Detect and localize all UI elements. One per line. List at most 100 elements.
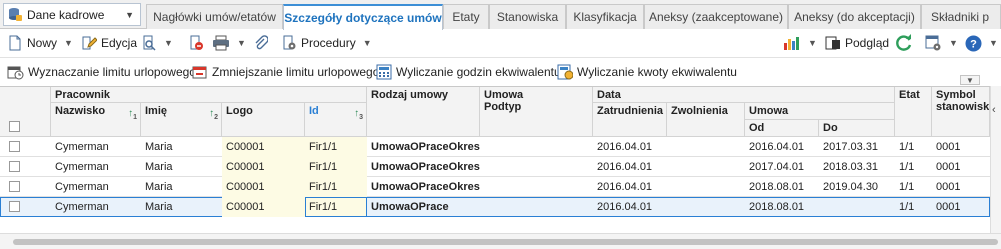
chevron-down-icon: ▼ [64, 38, 73, 48]
group-header-data: Data [593, 87, 895, 103]
tab-szczegoly[interactable]: Szczegóły dotyczące umów [283, 4, 443, 30]
cell-id: Fir1/1 [305, 157, 367, 177]
cell-do [819, 197, 895, 217]
table-row[interactable]: Cymerman Maria C00001 Fir1/1 UmowaOPrace… [0, 137, 990, 157]
cell-symbol: 0001 [936, 181, 961, 193]
cell-nazwisko: Cymerman [55, 161, 109, 173]
column-header-umowa-podtyp[interactable]: Umowa Podtyp [480, 87, 593, 137]
new-button[interactable]: Nowy ▼ [7, 32, 73, 54]
column-header-symbol[interactable]: Symbol stanowisk [932, 87, 990, 137]
tab-stanowiska[interactable]: Stanowiska [489, 4, 566, 29]
context-selector-label: Dane kadrowe [27, 7, 105, 22]
settings-button[interactable]: ▼ [925, 32, 958, 54]
column-header-nazwisko[interactable]: Nazwisko ↑1 [51, 103, 141, 137]
edit-button[interactable]: Edycja [81, 32, 137, 54]
wyznaczanie-limitu-button[interactable]: Wyznaczanie limitu urlopowego [7, 61, 196, 83]
cell-zatrudnienia: 2016.04.01 [597, 181, 653, 193]
calendar-clock-icon [7, 66, 24, 80]
cell-etat: 1/1 [899, 181, 915, 193]
chevron-down-icon: ▼ [989, 38, 998, 48]
table-row[interactable]: Cymerman Maria C00001 Fir1/1 UmowaOPrace… [0, 157, 990, 177]
context-selector[interactable]: Dane kadrowe ▼ [3, 3, 141, 26]
help-button[interactable]: ? ▼ [965, 32, 998, 54]
column-header-od[interactable]: Od [745, 120, 819, 137]
cell-logo: C00001 [222, 197, 305, 217]
chevron-down-icon: ▼ [966, 75, 974, 85]
bar-chart-icon [784, 37, 799, 50]
calculator-icon [376, 64, 392, 80]
row-checkbox[interactable] [9, 141, 20, 152]
column-header-id[interactable]: Id ↑3 [305, 103, 367, 137]
cell-od: 2018.08.01 [749, 201, 805, 213]
main-toolbar: Nowy ▼ Edycja ▼ ▼ Procedury ▼ ▼ Podgląd … [0, 29, 1001, 57]
chevron-left-icon[interactable]: ‹ [992, 104, 996, 116]
edit-icon [82, 36, 97, 50]
tab-klasyfikacja[interactable]: Klasyfikacja [566, 4, 644, 29]
cell-id-focused[interactable]: Fir1/1 [305, 197, 367, 217]
horizontal-scrollbar[interactable] [0, 233, 1001, 249]
chevron-down-icon: ▼ [237, 38, 246, 48]
refresh-button[interactable] [895, 32, 913, 54]
tab-naglowki[interactable]: Nagłówki umów/etatów [146, 4, 283, 29]
chevron-down-icon[interactable]: ▼ [125, 10, 134, 20]
contracts-grid: Pracownik Rodzaj umowy Umowa Podtyp Data… [0, 86, 990, 233]
cell-od: 2016.04.01 [749, 141, 805, 153]
print-button[interactable]: ▼ [212, 32, 246, 54]
tab-etaty[interactable]: Etaty [443, 4, 489, 29]
cell-od: 2018.08.01 [749, 181, 805, 193]
wyliczanie-kwoty-button[interactable]: Wyliczanie kwoty ekwiwalentu [557, 61, 737, 83]
tab-strip: Dane kadrowe ▼ Nagłówki umów/etatów Szcz… [0, 0, 1001, 30]
cell-id: Fir1/1 [305, 137, 367, 157]
cell-od: 2017.04.01 [749, 161, 805, 173]
delete-button[interactable] [188, 32, 204, 54]
cell-rodzaj-umowy: UmowaOPraceOkresl [371, 141, 480, 153]
vertical-scrollbar[interactable]: ‹ [990, 86, 1001, 233]
cell-do: 2019.04.30 [823, 181, 879, 193]
zmniejszanie-limitu-button[interactable]: Zmniejszanie limitu urlopowego [192, 61, 379, 83]
column-header-do[interactable]: Do [819, 120, 895, 137]
chart-button[interactable]: ▼ [783, 32, 817, 54]
cell-logo: C00001 [222, 177, 305, 197]
preview-icon [825, 36, 840, 50]
search-button[interactable]: ▼ [141, 32, 173, 54]
procedures-button[interactable]: Procedury ▼ [281, 32, 372, 54]
table-row[interactable]: Cymerman Maria C00001 Fir1/1 UmowaOPrace… [0, 177, 990, 197]
tab-skladniki[interactable]: Składniki p [921, 4, 1001, 29]
select-column-header [0, 87, 51, 137]
cell-symbol: 0001 [936, 201, 961, 213]
select-all-checkbox[interactable] [9, 121, 20, 132]
wyliczanie-godzin-button[interactable]: Wyliczanie godzin ekwiwalentu [376, 61, 561, 83]
expand-toolbar-button[interactable]: ▼ [960, 75, 980, 85]
cell-imie: Maria [145, 201, 173, 213]
scrollbar-thumb[interactable] [13, 239, 998, 245]
row-checkbox[interactable] [9, 201, 20, 212]
calendar-minus-icon [192, 66, 207, 79]
group-header-pracownik: Pracownik [51, 87, 367, 103]
column-header-imie[interactable]: Imię ↑2 [141, 103, 222, 137]
column-header-etat[interactable]: Etat [895, 87, 932, 137]
help-icon: ? [965, 35, 982, 51]
column-header-logo[interactable]: Logo [222, 103, 305, 137]
preview-button[interactable]: Podgląd [825, 32, 889, 54]
cell-rodzaj-umowy: UmowaOPrace [371, 201, 449, 213]
tab-aneksy-do-akceptacji[interactable]: Aneksy (do akceptacji) [788, 4, 921, 29]
attach-button[interactable] [254, 32, 268, 54]
column-header-zwolnienia[interactable]: Zwolnienia [667, 103, 745, 137]
cell-etat: 1/1 [899, 201, 915, 213]
database-lock-icon [9, 8, 22, 21]
printer-icon [213, 35, 229, 51]
sort-ascending-icon: ↑3 [354, 108, 363, 121]
cell-etat: 1/1 [899, 141, 915, 153]
tab-aneksy-zaakceptowane[interactable]: Aneksy (zaakceptowane) [644, 4, 788, 29]
column-header-zatrudnienia[interactable]: Zatrudnienia [593, 103, 667, 137]
cell-nazwisko: Cymerman [55, 201, 109, 213]
chevron-down-icon: ▼ [808, 38, 817, 48]
action-toolbar: Wyznaczanie limitu urlopowego Zmniejszan… [0, 60, 1001, 85]
row-checkbox[interactable] [9, 181, 20, 192]
delete-document-icon [190, 35, 203, 50]
cell-zwolnienia [667, 197, 745, 217]
cell-etat: 1/1 [899, 161, 915, 173]
column-header-rodzaj-umowy[interactable]: Rodzaj umowy [367, 87, 480, 137]
table-row-selected[interactable]: Cymerman Maria C00001 Fir1/1 UmowaOPrace… [0, 197, 990, 217]
row-checkbox[interactable] [9, 161, 20, 172]
